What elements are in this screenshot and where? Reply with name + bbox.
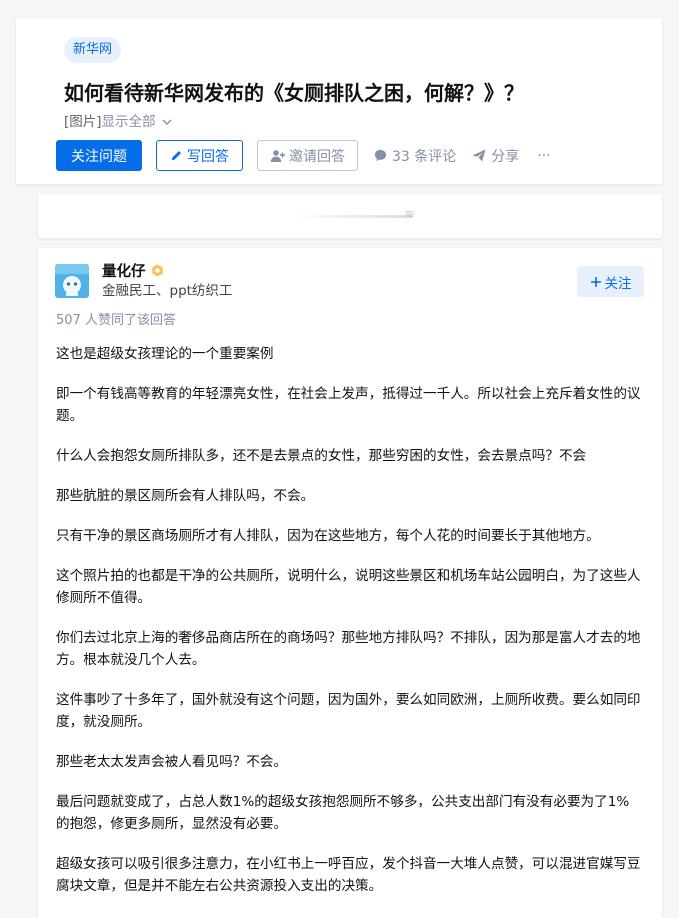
write-answer-label: 写回答 bbox=[187, 148, 229, 165]
more-dots-icon: ··· bbox=[537, 147, 551, 164]
question-title: 如何看待新华网发布的《女厕排队之困，何解？》？ bbox=[64, 81, 524, 105]
vote-count-meta: 507 人赞同了该回答 bbox=[56, 313, 176, 328]
image-placeholder-text: [图片] bbox=[64, 114, 102, 130]
answer-paragraph: 这也是超级女孩理论的一个重要案例 bbox=[56, 346, 274, 362]
question-header-card: 新华网 如何看待新华网发布的《女厕排队之困，何解？》？ [图片] 显示全部 关注… bbox=[16, 18, 662, 184]
chevron-down-icon bbox=[162, 119, 172, 125]
plus-icon bbox=[590, 276, 601, 287]
share-button[interactable]: 分享 bbox=[472, 146, 519, 166]
question-actions: 关注问题 写回答 邀请回答 33 条评论 分享 ··· bbox=[56, 140, 551, 171]
answer-paragraph: 即一个有钱高等教育的年轻漂亮女性，在社会上发声，抵得过一千人。所以社会上充斥着女… bbox=[56, 386, 641, 424]
blurred-placeholder-line bbox=[293, 215, 413, 218]
follow-question-label: 关注问题 bbox=[71, 148, 127, 165]
answer-paragraph: 这个照片拍的也都是干净的公共厕所，说明什么，说明这些景区和机场车站公园明白，为了… bbox=[56, 568, 641, 606]
share-paper-plane-icon bbox=[472, 149, 486, 162]
author-headline: 金融民工、ppt纺织工 bbox=[102, 283, 233, 299]
comments-count: 33 条评论 bbox=[392, 148, 457, 165]
comment-bubble-icon bbox=[374, 149, 387, 162]
answer-paragraph: 什么人会抱怨女厕所排队多，还不是去景点的女性，那些穷困的女性，会去景点吗？不会 bbox=[56, 448, 587, 464]
question-description[interactable]: [图片] 显示全部 bbox=[64, 112, 173, 132]
answer-paragraph: 你们去过北京上海的奢侈品商店所在的商场吗？那些地方排队吗？不排队，因为那是富人才… bbox=[56, 630, 641, 668]
loading-placeholder-card: ≋ bbox=[38, 194, 662, 238]
follow-author-label: 关注 bbox=[604, 275, 632, 292]
share-label: 分享 bbox=[491, 148, 520, 165]
topic-tag[interactable]: 新华网 bbox=[64, 37, 122, 63]
answer-paragraph: 那些老太太发声会被人看见吗？不会。 bbox=[56, 754, 288, 770]
author-name[interactable]: 量化仔 bbox=[102, 260, 164, 281]
answer-paragraph: 那些肮脏的景区厕所会有人排队吗，不会。 bbox=[56, 488, 315, 504]
comments-button[interactable]: 33 条评论 bbox=[374, 146, 456, 166]
answer-paragraph: 最后问题就变成了，占总人数1%的超级女孩抱怨厕所不够多，公共支出部门有没有必要为… bbox=[56, 794, 630, 832]
avatar[interactable] bbox=[55, 264, 89, 298]
answer-paragraph: 这件事吵了十多年了，国外就没有这个问题，因为国外，要么如同欧洲，上厕所收费。要么… bbox=[56, 692, 641, 730]
invite-user-icon bbox=[270, 149, 285, 162]
gold-badge-icon bbox=[151, 264, 163, 277]
answer-paragraph: 超级女孩可以吸引很多注意力，在小红书上一呼百应，发个抖音一大堆人点赞，可以混进官… bbox=[56, 856, 641, 894]
more-options-button[interactable]: ··· bbox=[537, 148, 550, 164]
write-answer-button[interactable]: 写回答 bbox=[156, 140, 243, 171]
author-name-text: 量化仔 bbox=[102, 264, 146, 280]
blurred-placeholder-glyph: ≋ bbox=[404, 207, 415, 221]
answer-body: 这也是超级女孩理论的一个重要案例 即一个有钱高等教育的年轻漂亮女性，在社会上发声… bbox=[56, 343, 642, 915]
pencil-icon bbox=[171, 151, 181, 161]
avatar-image bbox=[55, 264, 89, 298]
answer-card: 量化仔 金融民工、ppt纺织工 关注 507 人赞同了该回答 这也是超级女孩理论… bbox=[38, 248, 662, 918]
follow-question-button[interactable]: 关注问题 bbox=[56, 140, 142, 171]
follow-author-button[interactable]: 关注 bbox=[577, 266, 644, 297]
invite-answer-button[interactable]: 邀请回答 bbox=[257, 140, 358, 171]
answer-paragraph: 只有干净的景区商场厕所才有人排队，因为在这些地方，每个人花的时间要长于其他地方。 bbox=[56, 528, 600, 544]
show-all-link[interactable]: 显示全部 bbox=[102, 112, 156, 132]
invite-answer-label: 邀请回答 bbox=[289, 148, 345, 165]
